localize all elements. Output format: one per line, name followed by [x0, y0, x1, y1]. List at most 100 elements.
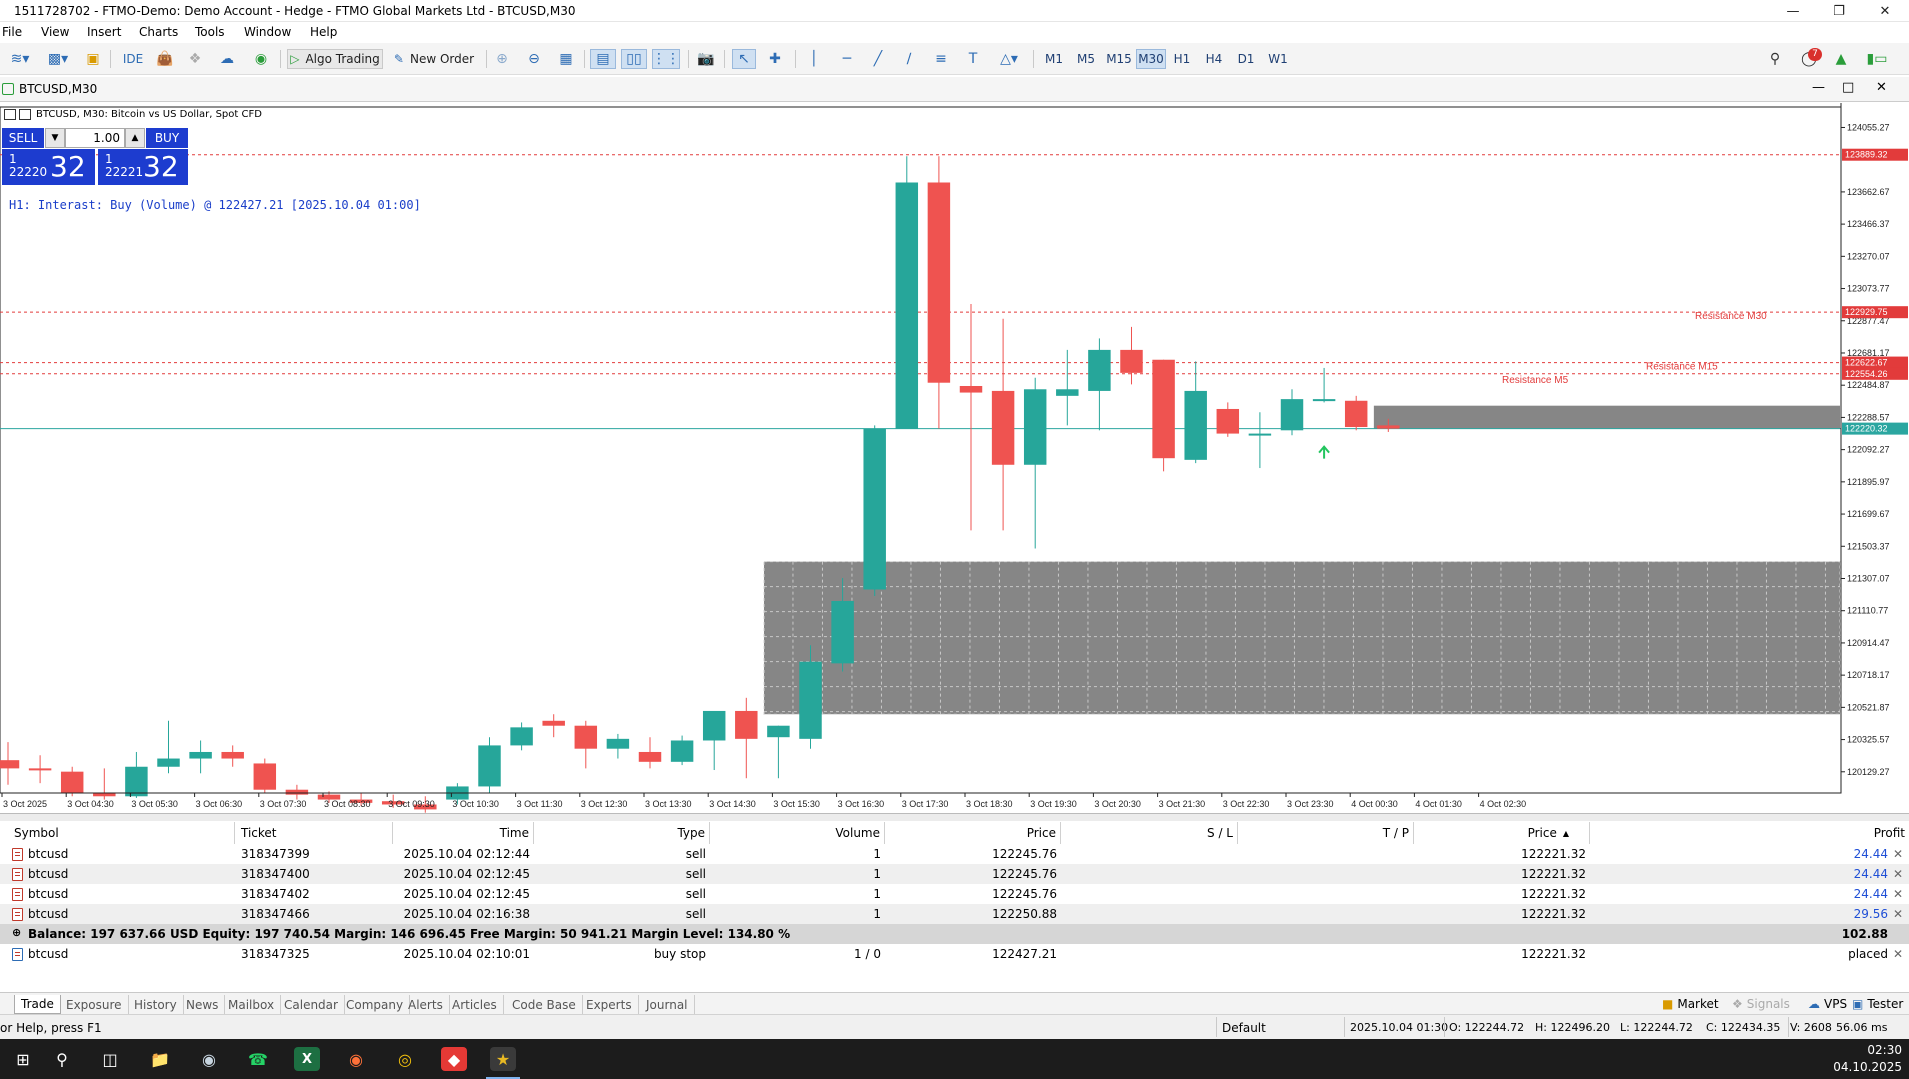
new-chart-icon[interactable]: ≋▾ — [4, 49, 36, 69]
candle-body[interactable] — [1344, 400, 1368, 428]
close-position-icon[interactable]: ✕ — [1893, 867, 1903, 881]
sell-price-box[interactable]: 1 22220 32 — [2, 149, 95, 185]
windows-start-icon[interactable]: ⊞ — [10, 1047, 36, 1071]
taskbar-search-icon[interactable]: ⚲ — [49, 1047, 75, 1071]
timeframe-d1[interactable]: D1 — [1232, 49, 1260, 69]
tab-articles[interactable]: Articles — [446, 995, 504, 1014]
candle-body[interactable] — [767, 725, 790, 738]
menu-tools[interactable]: Tools — [195, 25, 225, 39]
anydesk-icon[interactable]: ◆ — [441, 1047, 467, 1071]
signals-icon[interactable]: ❖ — [184, 49, 206, 69]
line-chart-icon[interactable]: ⋮⋮ — [652, 49, 680, 69]
tab-trade[interactable]: Trade — [14, 995, 61, 1014]
col-tp[interactable]: T / P — [1238, 822, 1414, 844]
chart-properties-icon[interactable] — [19, 109, 31, 120]
candle-body[interactable] — [1312, 399, 1336, 402]
menu-view[interactable]: View — [41, 25, 69, 39]
candle-body[interactable] — [927, 182, 951, 383]
tab-history[interactable]: History — [128, 995, 184, 1014]
candle-body[interactable] — [1056, 389, 1079, 396]
candle-body[interactable] — [895, 182, 919, 429]
candle-body[interactable] — [510, 727, 533, 746]
chart-area[interactable]: Resistance M30 Resistance M15 Resistance M… — [0, 103, 1909, 813]
tab-tester[interactable]: ▣ Tester — [1852, 997, 1903, 1011]
supply-demand-zone[interactable] — [1373, 405, 1840, 429]
ide-button[interactable]: IDE — [120, 49, 146, 69]
position-row[interactable]: btcusd 318347399 2025.10.04 02:12:44 sell 1 1… — [0, 844, 1909, 864]
buy-button[interactable]: BUY — [146, 128, 188, 148]
candle-body[interactable] — [959, 385, 983, 393]
candle-body[interactable] — [125, 766, 148, 797]
col-price[interactable]: Price — [885, 822, 1061, 844]
tab-exposure[interactable]: Exposure — [60, 995, 129, 1014]
candle-body[interactable] — [1248, 433, 1272, 436]
tab-signals[interactable]: ❖ Signals — [1732, 997, 1790, 1011]
candle-body[interactable] — [1023, 389, 1047, 465]
new-order-button[interactable]: ✎ New Order — [392, 49, 476, 69]
market-watch-icon[interactable]: ▣ — [82, 49, 104, 69]
file-explorer-icon[interactable]: 📁 — [147, 1047, 173, 1071]
close-position-icon[interactable]: ✕ — [1893, 887, 1903, 901]
candle-body[interactable] — [285, 789, 309, 795]
candle-body[interactable] — [702, 710, 726, 741]
timeframe-m30[interactable]: M30 — [1136, 49, 1166, 69]
close-position-icon[interactable]: ✕ — [1893, 847, 1903, 861]
candle-body[interactable] — [799, 661, 822, 739]
candle-body[interactable] — [0, 760, 20, 769]
zoom-out-icon[interactable]: ⊖ — [523, 49, 545, 69]
menu-file[interactable]: File — [2, 25, 22, 39]
search-icon[interactable]: ⚲ — [1764, 49, 1786, 69]
candle-body[interactable] — [991, 390, 1015, 465]
status-profile[interactable]: Default — [1222, 1021, 1266, 1035]
minimize-button[interactable]: — — [1770, 0, 1816, 22]
shapes-icon[interactable]: △▾ — [992, 49, 1026, 69]
chart-menu-icon[interactable] — [4, 109, 16, 120]
candle-body[interactable] — [221, 751, 244, 759]
tab-company[interactable]: Company — [340, 995, 411, 1014]
chart-maximize-button[interactable]: □ — [1842, 80, 1854, 95]
candle-body[interactable] — [1088, 349, 1111, 391]
candle-body[interactable] — [735, 710, 758, 739]
community-icon[interactable]: ◉ — [250, 49, 272, 69]
firefox-icon[interactable]: ◉ — [343, 1047, 369, 1071]
candle-body[interactable] — [670, 740, 694, 762]
candle-body[interactable] — [1120, 349, 1143, 373]
horizontal-line-icon[interactable]: ─ — [835, 49, 859, 69]
zoom-in-icon[interactable]: ⊕ — [491, 49, 513, 69]
tile-windows-icon[interactable]: ▦ — [555, 49, 577, 69]
timeframe-h1[interactable]: H1 — [1168, 49, 1196, 69]
tab-news[interactable]: News — [180, 995, 226, 1014]
vertical-line-icon[interactable]: │ — [803, 49, 825, 69]
volume-input[interactable]: 1.00 — [65, 128, 125, 148]
candlestick-icon[interactable]: ▯▯ — [621, 49, 647, 69]
menu-charts[interactable]: Charts — [139, 25, 178, 39]
candle-body[interactable] — [157, 758, 180, 767]
bar-chart-icon[interactable]: ▤ — [590, 49, 616, 69]
channel-icon[interactable]: ∕ — [898, 49, 920, 69]
market-icon[interactable]: 👜 — [154, 49, 176, 69]
excel-icon[interactable]: X — [294, 1047, 320, 1071]
candle-body[interactable] — [189, 751, 212, 759]
account-level-icon[interactable]: ▲ — [1830, 49, 1852, 69]
col-type[interactable]: Type — [534, 822, 710, 844]
metatrader-icon[interactable]: ★ — [490, 1047, 516, 1071]
candle-body[interactable] — [1280, 399, 1304, 431]
tab-alerts[interactable]: Alerts — [402, 995, 450, 1014]
volume-increase-button[interactable]: ▲ — [125, 128, 145, 148]
tab-mailbox[interactable]: Mailbox — [222, 995, 282, 1014]
candle-body[interactable] — [542, 720, 565, 726]
task-view-icon[interactable]: ◫ — [97, 1047, 123, 1071]
screenshot-icon[interactable]: 📷 — [694, 49, 718, 69]
col-ticket[interactable]: Ticket — [235, 822, 393, 844]
candle-body[interactable] — [1152, 359, 1175, 459]
tab-vps[interactable]: ☁ VPS — [1808, 997, 1847, 1011]
candle-body[interactable] — [1184, 390, 1207, 460]
candle-body[interactable] — [638, 751, 662, 762]
tab-calendar[interactable]: Calendar — [278, 995, 345, 1014]
timeframe-m5[interactable]: M5 — [1072, 49, 1100, 69]
pending-order-row[interactable]: btcusd 318347325 2025.10.04 02:10:01 buy st… — [0, 944, 1909, 964]
timeframe-m15[interactable]: M15 — [1104, 49, 1134, 69]
vps-cloud-icon[interactable]: ☁ — [216, 49, 238, 69]
text-tool-icon[interactable]: T — [962, 49, 984, 69]
chart-minimize-button[interactable]: — — [1812, 80, 1825, 95]
